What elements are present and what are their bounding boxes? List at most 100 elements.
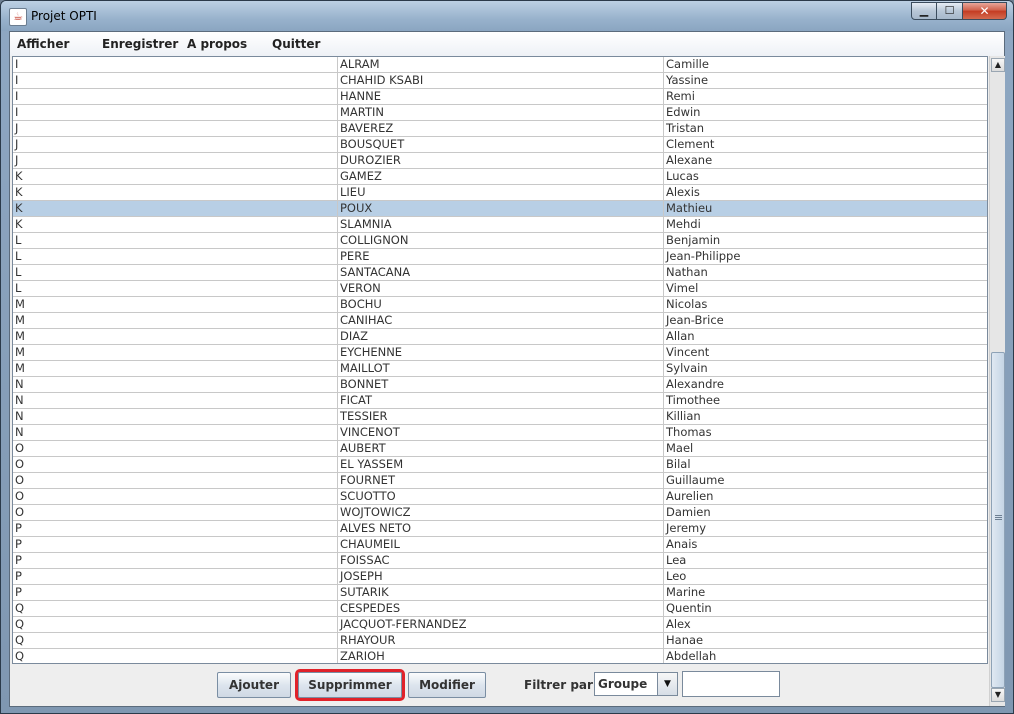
grip-line [995, 515, 1002, 516]
table-row[interactable]: K POUX Mathieu [13, 201, 987, 217]
table-row[interactable]: M BOCHU Nicolas [13, 297, 987, 313]
last-name-cell: SCUOTTO [338, 489, 664, 505]
last-name-cell: FICAT [338, 393, 664, 409]
table-row[interactable]: P ALVES NETO Jeremy [13, 521, 987, 537]
java-cup-icon: ☕ [9, 8, 27, 26]
scroll-down-arrow-icon[interactable]: ▼ [991, 688, 1005, 702]
table-row[interactable]: K GAMEZ Lucas [13, 169, 987, 185]
table-row[interactable]: K LIEU Alexis [13, 185, 987, 201]
last-name-cell: ZARIOH [338, 649, 664, 663]
scroll-up-arrow-icon[interactable]: ▲ [991, 58, 1005, 72]
last-name-cell: BAVEREZ [338, 121, 664, 137]
first-name-cell: Alexane [666, 153, 713, 167]
group-cell: O [13, 457, 338, 473]
table-row[interactable]: P CHAUMEIL Anais [13, 537, 987, 553]
table-row[interactable]: Q CESPEDES Quentin [13, 601, 987, 617]
group-cell: J [13, 121, 338, 137]
table-row[interactable]: P FOISSAC Lea [13, 553, 987, 569]
table-row[interactable]: Q RHAYOUR Hanae [13, 633, 987, 649]
table-row[interactable]: I MARTIN Edwin [13, 105, 987, 121]
last-name-cell: MAILLOT [338, 361, 664, 377]
table-row[interactable]: I ALRAM Camille [13, 57, 987, 73]
group-cell: Q [13, 617, 338, 633]
table-row[interactable]: M CANIHAC Jean-Brice [13, 313, 987, 329]
table-row[interactable]: P SUTARIK Marine [13, 585, 987, 601]
table-row[interactable]: O SCUOTTO Aurelien [13, 489, 987, 505]
first-name-cell: Leo [666, 569, 687, 583]
first-name-cell: Tristan [666, 121, 705, 135]
table-row[interactable]: L COLLIGNON Benjamin [13, 233, 987, 249]
first-name-cell: Vincent [666, 345, 710, 359]
table-row[interactable]: M EYCHENNE Vincent [13, 345, 987, 361]
group-cell: P [13, 521, 338, 537]
menu-afficher[interactable]: Afficher [17, 37, 69, 51]
table-row[interactable]: N TESSIER Killian [13, 409, 987, 425]
main-panel: Afficher Enregistrer A propos Quitter IA… [9, 31, 1005, 707]
table-row[interactable]: K SLAMNIA Mehdi [13, 217, 987, 233]
table-row[interactable]: Q JACQUOT-FERNANDEZ Alex [13, 617, 987, 633]
table-row[interactable]: L PERE Jean-Philippe [13, 249, 987, 265]
last-name-cell: BOUSQUET [338, 137, 664, 153]
table-row[interactable]: O EL YASSEM Bilal [13, 457, 987, 473]
menu-a-propos[interactable]: A propos [187, 37, 247, 51]
group-cell: Q [13, 649, 338, 663]
group-cell: P [13, 585, 338, 601]
first-name-cell: Mehdi [666, 217, 701, 231]
table-row[interactable]: N BONNET Alexandre [13, 377, 987, 393]
last-name-cell: SLAMNIA [338, 217, 664, 233]
table-row[interactable]: N FICAT Timothee [13, 393, 987, 409]
menu-quitter[interactable]: Quitter [272, 37, 320, 51]
delete-button[interactable]: Supprimmer [295, 669, 405, 701]
group-cell: Q [13, 601, 338, 617]
app-window: ☕ Projet OPTI ▁ ☐ ✕ Afficher Enregistrer… [0, 0, 1014, 714]
last-name-cell: ALRAM [338, 57, 664, 73]
table-row[interactable]: J DUROZIER Alexane [13, 153, 987, 169]
scroll-thumb[interactable] [991, 352, 1005, 688]
group-cell: M [13, 345, 338, 361]
last-name-cell: EYCHENNE [338, 345, 664, 361]
group-cell: N [13, 393, 338, 409]
menu-enregistrer[interactable]: Enregistrer [102, 37, 178, 51]
first-name-cell: Clement [666, 137, 715, 151]
first-name-cell: Alex [666, 617, 691, 631]
student-table[interactable]: I ALRAM Camille I CHAHID KSABI Yassine I HANNE R… [12, 56, 988, 664]
table-row[interactable]: I HANNE Remi [13, 89, 987, 105]
first-name-cell: Quentin [666, 601, 712, 615]
title-bar[interactable]: ☕ Projet OPTI ▁ ☐ ✕ [1, 1, 1013, 31]
table-row[interactable]: J BAVEREZ Tristan [13, 121, 987, 137]
table-row[interactable]: O AUBERT Mael [13, 441, 987, 457]
group-cell: K [13, 169, 338, 185]
table-row[interactable]: O WOJTOWICZ Damien [13, 505, 987, 521]
group-cell: L [13, 265, 338, 281]
table-row[interactable]: M DIAZ Allan [13, 329, 987, 345]
last-name-cell: FOISSAC [338, 553, 664, 569]
first-name-cell: Thomas [666, 425, 712, 439]
close-button[interactable]: ✕ [963, 2, 1007, 20]
first-name-cell: Marine [666, 585, 706, 599]
modify-button[interactable]: Modifier [408, 672, 486, 698]
table-row[interactable]: M MAILLOT Sylvain [13, 361, 987, 377]
group-cell: I [13, 105, 338, 121]
table-row[interactable]: O FOURNET Guillaume [13, 473, 987, 489]
vertical-scrollbar[interactable]: ▲ ▼ [989, 56, 1005, 706]
table-row[interactable]: N VINCENOT Thomas [13, 425, 987, 441]
group-cell: O [13, 505, 338, 521]
first-name-cell: Camille [666, 57, 709, 71]
maximize-button[interactable]: ☐ [937, 2, 963, 20]
table-row[interactable]: Q ZARIOH Abdellah [13, 649, 987, 663]
chevron-down-icon[interactable]: ▼ [657, 673, 677, 695]
last-name-cell: MARTIN [338, 105, 664, 121]
filter-input[interactable] [682, 671, 780, 697]
minimize-button[interactable]: ▁ [911, 2, 937, 20]
add-button[interactable]: Ajouter [217, 672, 291, 698]
table-row[interactable]: L SANTACANA Nathan [13, 265, 987, 281]
last-name-cell: POUX [338, 201, 664, 217]
table-row[interactable]: I CHAHID KSABI Yassine [13, 73, 987, 89]
table-row[interactable]: L VERON Vimel [13, 281, 987, 297]
group-cell: N [13, 377, 338, 393]
first-name-cell: Vimel [666, 281, 699, 295]
table-row[interactable]: J BOUSQUET Clement [13, 137, 987, 153]
group-cell: L [13, 249, 338, 265]
filter-select[interactable]: Groupe ▼ [594, 672, 678, 696]
table-row[interactable]: P JOSEPH Leo [13, 569, 987, 585]
